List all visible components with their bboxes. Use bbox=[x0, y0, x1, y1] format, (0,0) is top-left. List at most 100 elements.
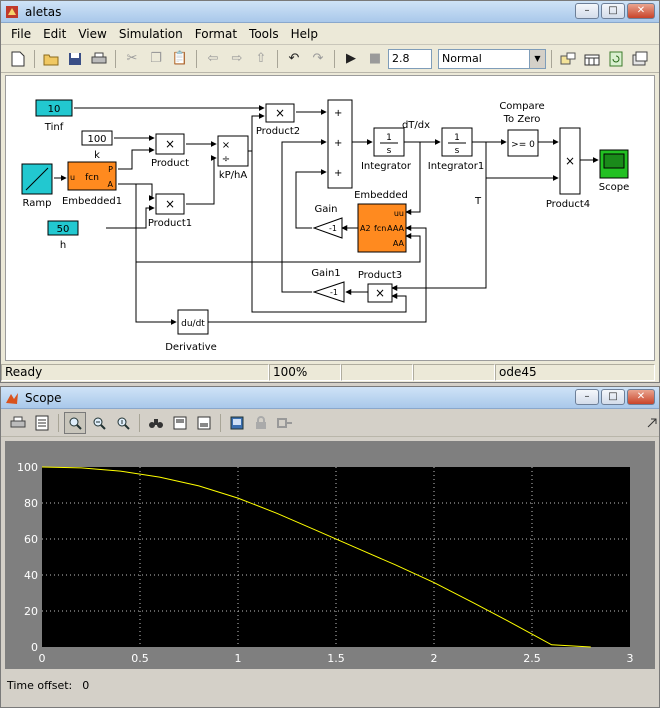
embedded1-block[interactable]: u fcn P A Embedded1 bbox=[62, 161, 122, 207]
model-toolbar: ✂ ❐ 📋 ⇦ ⇨ ⇧ ↶ ↷ ▶ ■ 2.8 Normal ▼ bbox=[1, 45, 659, 73]
menu-view[interactable]: View bbox=[72, 27, 112, 41]
parameters-icon[interactable] bbox=[31, 412, 53, 434]
restore-axes-settings-icon[interactable] bbox=[193, 412, 215, 434]
toolbar-arrow-icon[interactable] bbox=[645, 412, 659, 434]
menu-simulation[interactable]: Simulation bbox=[113, 27, 189, 41]
compare-to-zero-block[interactable]: Compare To Zero >= 0 bbox=[499, 101, 545, 157]
new-model-icon[interactable] bbox=[7, 48, 29, 70]
product3-symbol: × bbox=[375, 286, 385, 300]
h-constant-block[interactable]: 50 h bbox=[47, 220, 79, 251]
t-signal-label: T bbox=[474, 196, 482, 207]
derivative-block[interactable]: du/dt Derivative bbox=[165, 309, 217, 353]
kpha-divide-block[interactable]: × ÷ kP/hA bbox=[217, 135, 249, 181]
y-tick-label: 40 bbox=[24, 569, 38, 582]
forward-arrow-icon[interactable]: ⇨ bbox=[226, 48, 248, 70]
menu-help[interactable]: Help bbox=[285, 27, 324, 41]
product4-block[interactable]: × Product4 bbox=[546, 127, 590, 210]
toolbar-separator bbox=[139, 413, 140, 432]
product-block[interactable]: × Product bbox=[151, 133, 189, 169]
scope-window: Scope – □ ✕ 0 0.5 1 1.5 2 2.5 3 0 20 40 … bbox=[0, 386, 660, 708]
model-canvas[interactable]: 10 Tinf 100 k Ramp u fcn P A Embedded1 5… bbox=[5, 75, 655, 361]
close-button[interactable]: ✕ bbox=[627, 3, 655, 19]
save-icon[interactable] bbox=[64, 48, 86, 70]
undo-icon[interactable]: ↶ bbox=[283, 48, 305, 70]
simulink-icon bbox=[5, 5, 19, 19]
kpha-label: kP/hA bbox=[219, 170, 248, 181]
integrator1-denominator: s bbox=[455, 146, 460, 156]
print-icon[interactable] bbox=[7, 412, 29, 434]
embedded-port-a2: A2 bbox=[360, 224, 371, 233]
start-simulation-icon[interactable]: ▶ bbox=[340, 48, 362, 70]
build-icon[interactable] bbox=[557, 48, 579, 70]
y-tick-label: 20 bbox=[24, 605, 38, 618]
up-arrow-icon[interactable]: ⇧ bbox=[250, 48, 272, 70]
embedded1-fcn: fcn bbox=[85, 173, 99, 183]
tinf-label: Tinf bbox=[44, 122, 64, 133]
toolbar-separator bbox=[220, 413, 221, 432]
paste-icon[interactable]: 📋 bbox=[169, 48, 191, 70]
menu-edit[interactable]: Edit bbox=[37, 27, 72, 41]
autoscale-binoculars-icon[interactable] bbox=[145, 412, 167, 434]
maximize-button[interactable]: □ bbox=[601, 3, 625, 19]
close-button[interactable]: ✕ bbox=[627, 389, 655, 405]
scope-titlebar[interactable]: Scope – □ ✕ bbox=[1, 387, 659, 409]
back-arrow-icon[interactable]: ⇦ bbox=[202, 48, 224, 70]
product3-block[interactable]: Product3 × bbox=[358, 270, 402, 303]
tinf-constant-block[interactable]: 10 Tinf bbox=[35, 99, 73, 133]
maximize-button[interactable]: □ bbox=[601, 389, 625, 405]
embedded1-port-a: A bbox=[108, 180, 114, 189]
cut-icon[interactable]: ✂ bbox=[121, 48, 143, 70]
model-explorer-icon[interactable] bbox=[629, 48, 651, 70]
save-axes-settings-icon[interactable] bbox=[169, 412, 191, 434]
simulation-mode-value: Normal bbox=[442, 51, 482, 65]
sum-block[interactable]: + + + bbox=[327, 99, 353, 189]
signal-selection-icon[interactable] bbox=[274, 412, 296, 434]
menu-format[interactable]: Format bbox=[189, 27, 243, 41]
stop-simulation-icon[interactable]: ■ bbox=[364, 48, 386, 70]
minimize-button[interactable]: – bbox=[575, 3, 599, 19]
product1-block[interactable]: × Product1 bbox=[148, 193, 192, 229]
menu-tools[interactable]: Tools bbox=[243, 27, 285, 41]
integrator-block[interactable]: 1 s Integrator bbox=[361, 127, 412, 172]
toolbar-separator bbox=[115, 49, 116, 68]
scope-plot-area[interactable]: 0 0.5 1 1.5 2 2.5 3 0 20 40 60 80 100 bbox=[5, 441, 655, 669]
window-title: aletas bbox=[25, 4, 62, 19]
gain1-block[interactable]: Gain1 -1 bbox=[311, 268, 345, 303]
gain1-label: Gain1 bbox=[311, 268, 340, 279]
zoom-x-icon[interactable] bbox=[88, 412, 110, 434]
update-diagram-icon[interactable] bbox=[605, 48, 627, 70]
open-folder-icon[interactable] bbox=[40, 48, 62, 70]
integrator-label: Integrator bbox=[361, 161, 412, 172]
floating-scope-icon[interactable] bbox=[226, 412, 248, 434]
sum-plus-3: + bbox=[334, 168, 342, 179]
minimize-button[interactable]: – bbox=[575, 389, 599, 405]
lock-axes-icon[interactable] bbox=[250, 412, 272, 434]
toolbar-separator bbox=[196, 49, 197, 68]
time-offset-label: Time offset: bbox=[7, 679, 73, 692]
k-constant-block[interactable]: 100 k bbox=[81, 130, 113, 161]
embedded1-port-u: u bbox=[70, 173, 75, 182]
copy-icon[interactable]: ❐ bbox=[145, 48, 167, 70]
embedded-block[interactable]: Embedded A2 fcn uu AAA AA bbox=[354, 190, 408, 253]
print-icon[interactable] bbox=[88, 48, 110, 70]
ramp-block[interactable]: Ramp bbox=[21, 163, 53, 209]
menu-file[interactable]: File bbox=[5, 27, 37, 41]
derivative-label: Derivative bbox=[165, 342, 217, 353]
chevron-down-icon[interactable]: ▼ bbox=[529, 49, 545, 68]
ramp-label: Ramp bbox=[23, 198, 52, 209]
integrator1-block[interactable]: 1 s Integrator1 bbox=[428, 127, 484, 172]
scope-block[interactable]: Scope bbox=[599, 149, 629, 193]
library-browser-icon[interactable] bbox=[581, 48, 603, 70]
scope-title: Scope bbox=[25, 390, 62, 405]
dtdx-signal-label: dT/dx bbox=[402, 120, 430, 131]
simulation-mode-select[interactable]: Normal ▼ bbox=[438, 48, 546, 69]
stop-time-input[interactable]: 2.8 bbox=[388, 48, 432, 69]
model-window: aletas – □ ✕ File Edit View Simulation F… bbox=[0, 0, 660, 383]
model-titlebar[interactable]: aletas – □ ✕ bbox=[1, 1, 659, 23]
redo-icon[interactable]: ↷ bbox=[307, 48, 329, 70]
gain-block[interactable]: Gain -1 bbox=[312, 204, 343, 239]
zoom-y-icon[interactable] bbox=[112, 412, 134, 434]
zoom-icon[interactable] bbox=[64, 411, 86, 434]
product2-block[interactable]: × Product2 bbox=[256, 103, 300, 137]
embedded-fcn: fcn bbox=[374, 224, 386, 233]
